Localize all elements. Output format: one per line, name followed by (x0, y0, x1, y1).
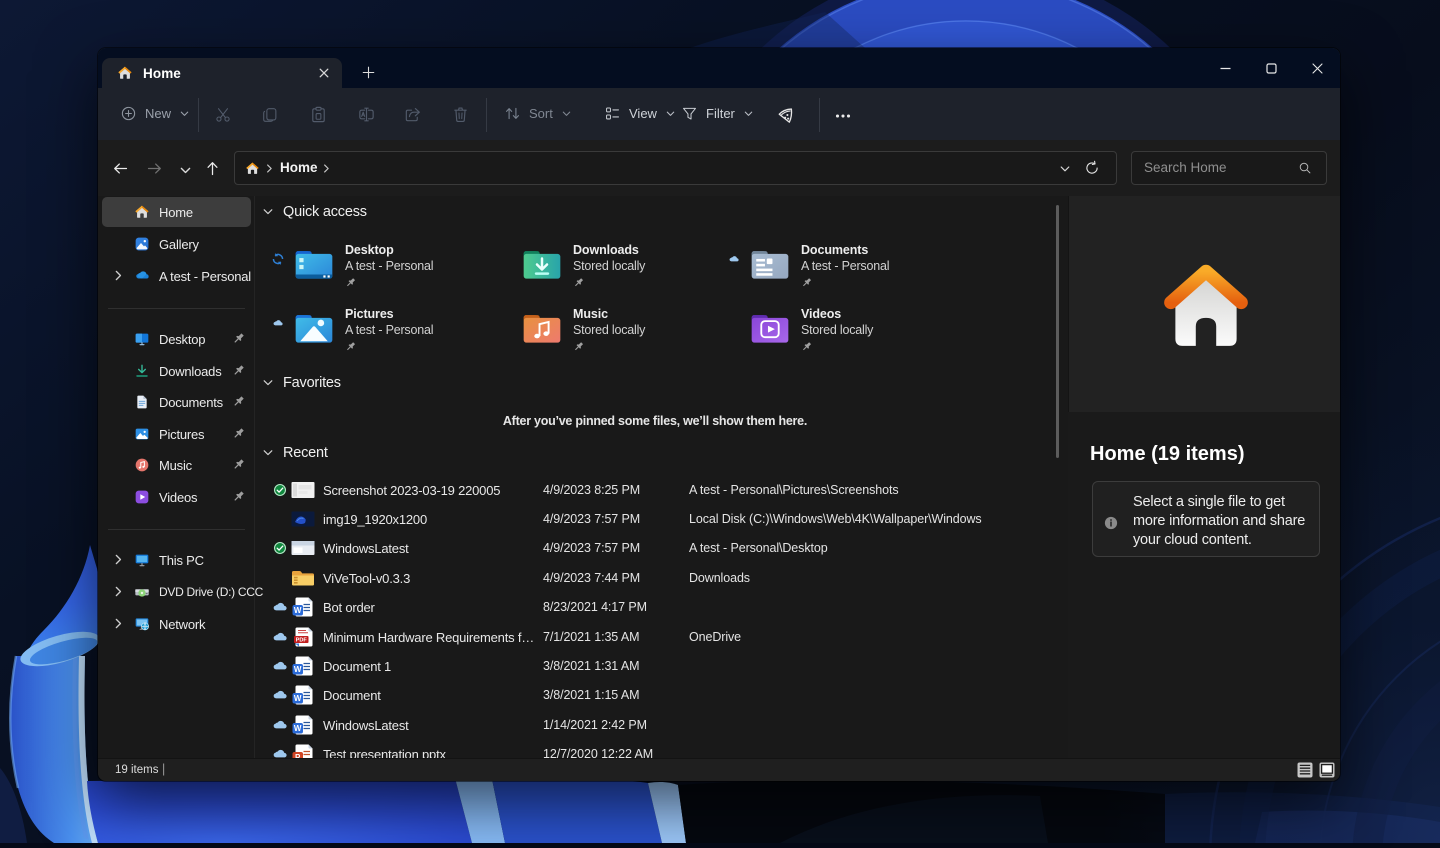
svg-text:W: W (294, 665, 302, 674)
svg-text:W: W (294, 724, 302, 733)
svg-text:W: W (294, 606, 302, 615)
svg-text:W: W (294, 694, 302, 703)
svg-text:PDF: PDF (296, 637, 308, 643)
